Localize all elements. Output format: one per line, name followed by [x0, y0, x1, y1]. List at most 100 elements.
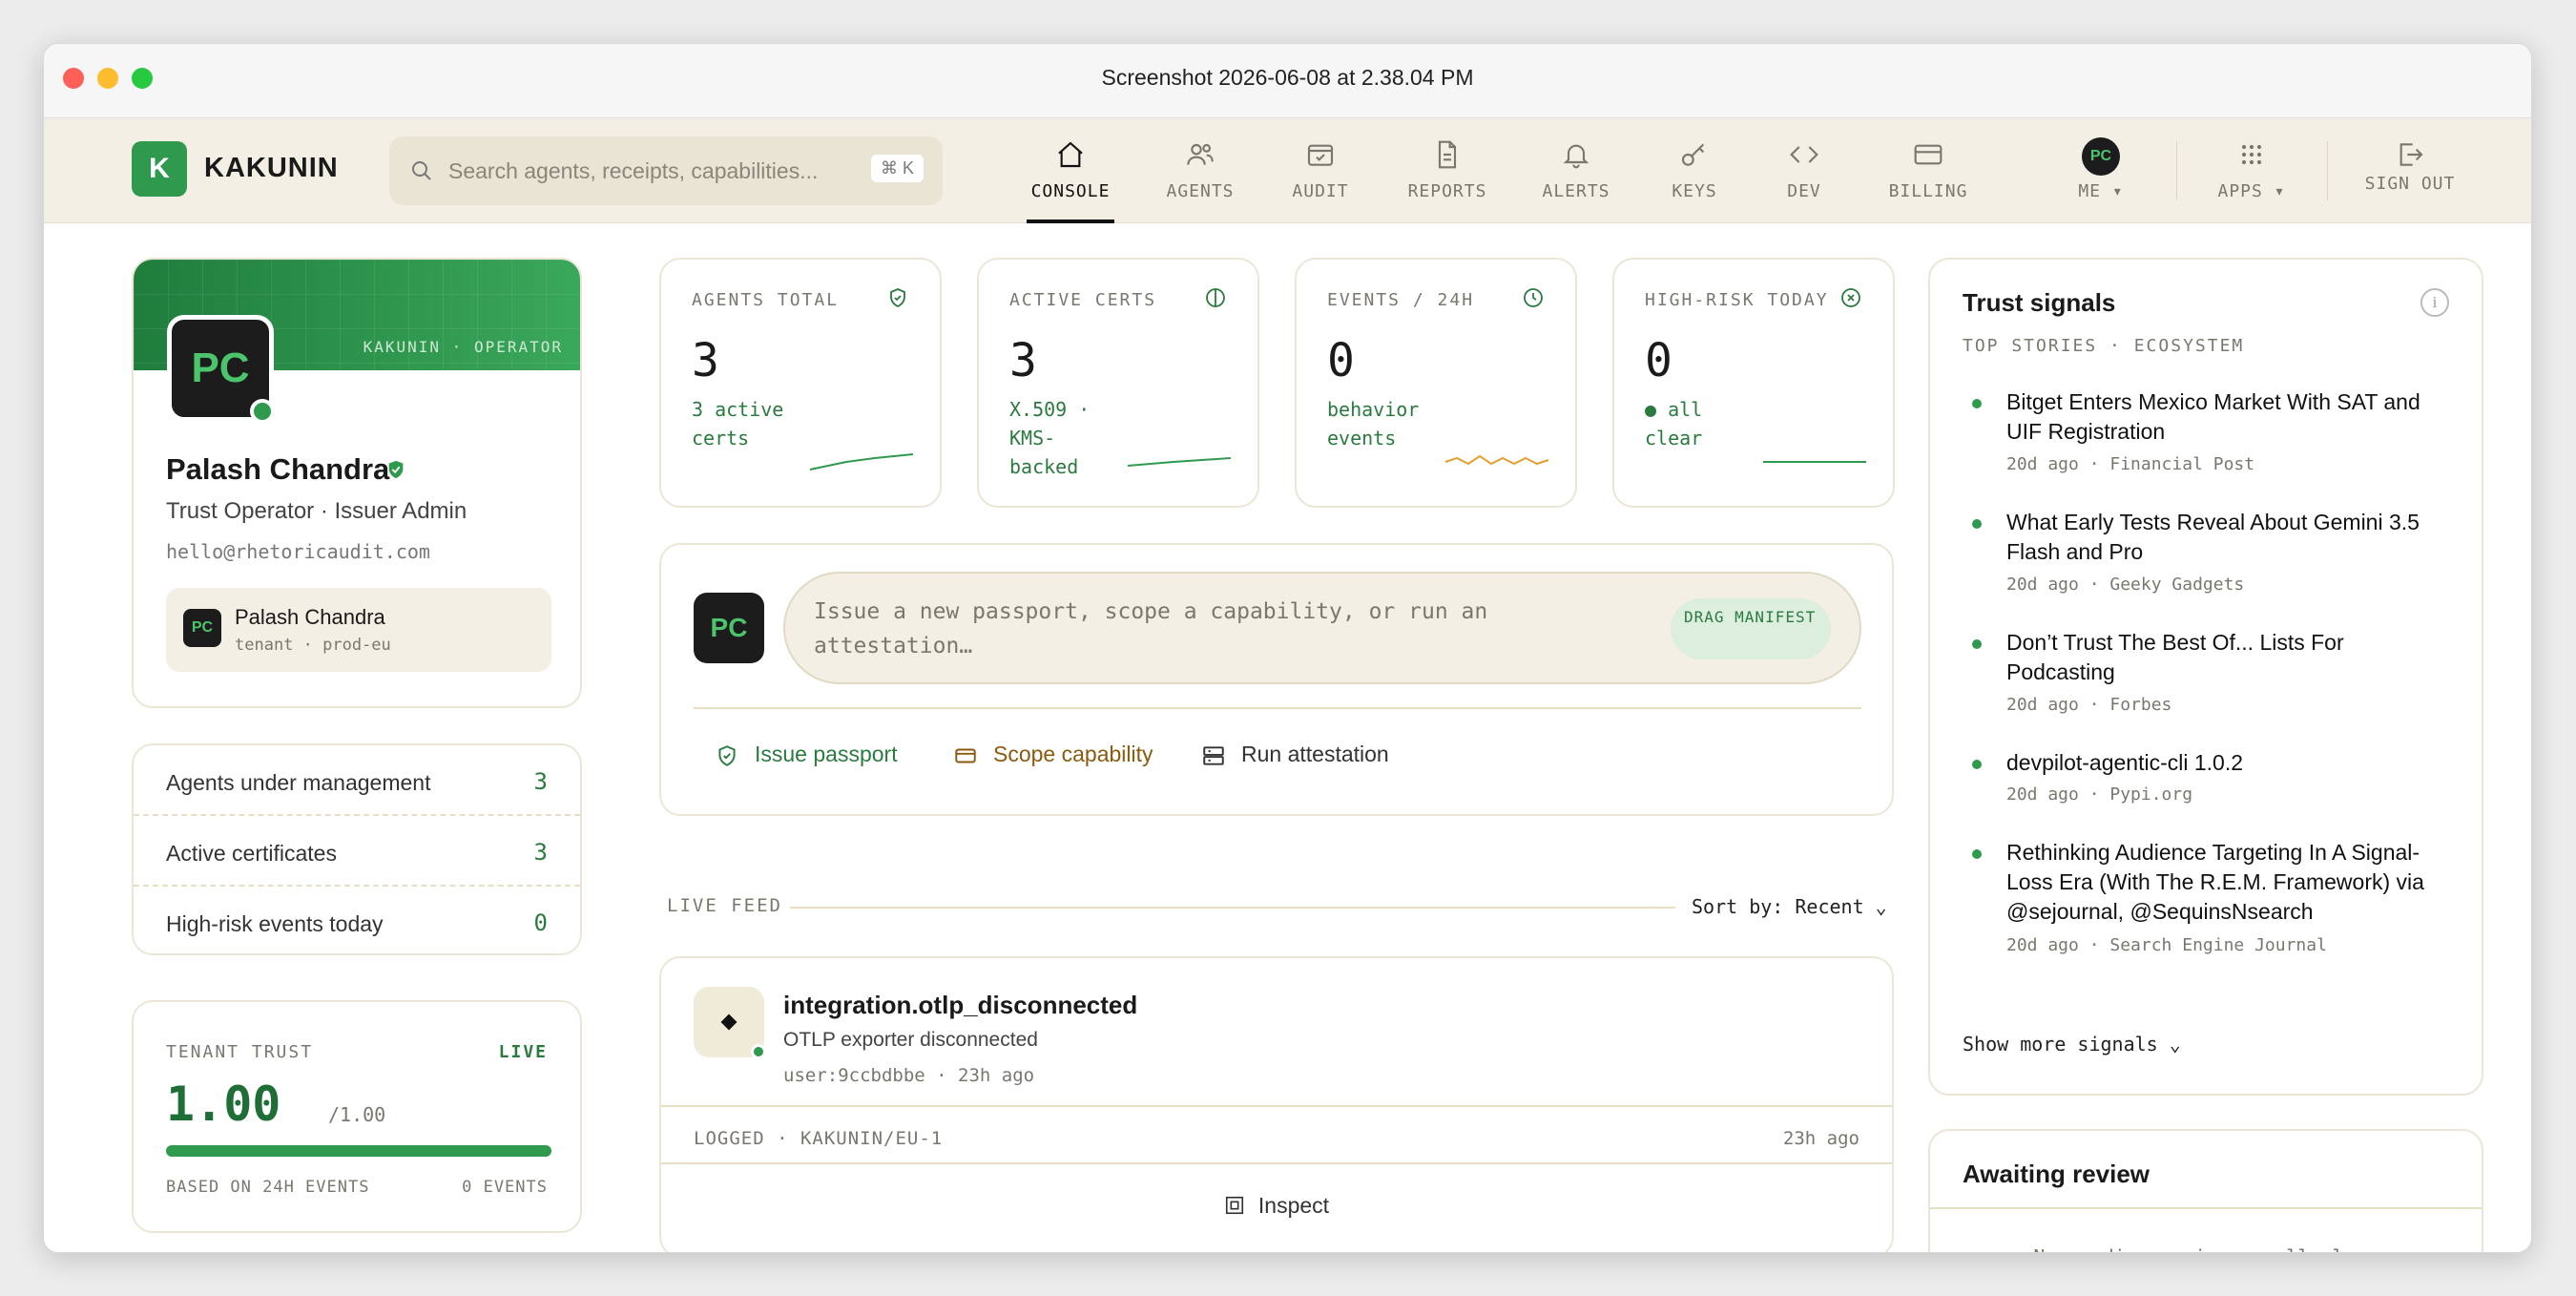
- show-more-signals-button[interactable]: Show more signals ⌄: [1963, 1033, 2181, 1056]
- drag-manifest-button[interactable]: DRAG MANIFEST: [1671, 598, 1831, 659]
- kpi-sparkline: [1763, 461, 1866, 463]
- nav-apps[interactable]: APPS ▾: [2208, 118, 2296, 223]
- kpi-label: AGENTS TOTAL: [692, 290, 840, 310]
- signal-headline: What Early Tests Reveal About Gemini 3.5…: [2006, 510, 2420, 564]
- awaiting-review-card: Awaiting review No pending reviews · all…: [1928, 1129, 2483, 1252]
- trust-progress-bar: [166, 1145, 551, 1157]
- search-icon: [412, 161, 431, 180]
- inspect-label: Inspect: [1257, 1193, 1330, 1218]
- kpi-value: 3: [692, 334, 719, 387]
- composer-input[interactable]: Issue a new passport, scope a capability…: [783, 572, 1861, 684]
- banner-label: KAKUNIN · OPERATOR: [363, 338, 563, 356]
- kpi-sparkline: [1444, 454, 1549, 466]
- kpi-high-risk-today[interactable]: HIGH-RISK TODAY 0 ● all clear: [1612, 258, 1895, 508]
- users-icon: [1187, 143, 1214, 165]
- nav-alerts-label: ALERTS: [1542, 181, 1610, 201]
- verified-badge-icon: [388, 460, 404, 479]
- event-title[interactable]: integration.otlp_disconnected: [783, 991, 1137, 1020]
- nav-me[interactable]: PC ME ▾: [2057, 118, 2145, 223]
- nav-audit[interactable]: AUDIT: [1280, 118, 1361, 223]
- kpi-sub: 3 active certs: [692, 398, 784, 449]
- composer-placeholder: Issue a new passport, scope a capability…: [814, 599, 1488, 658]
- kpi-active-certs[interactable]: ACTIVE CERTS 3 X.509 · KMS-backed: [977, 258, 1259, 508]
- signal-meta: 20d ago · Financial Post: [2006, 454, 2255, 474]
- kpi-events-24h[interactable]: EVENTS / 24H 0 behavior events: [1295, 258, 1577, 508]
- search-shortcut: ⌘ K: [870, 155, 924, 182]
- stat-row: High-risk events today 0: [134, 887, 580, 957]
- profile-role: Trust Operator · Issuer Admin: [166, 498, 467, 524]
- event-time: 23h ago: [1782, 1128, 1859, 1149]
- trust-footer-left: BASED ON 24H EVENTS: [166, 1178, 370, 1197]
- stat-value: 3: [533, 839, 548, 866]
- nav-audit-label: AUDIT: [1292, 181, 1349, 201]
- kpi-sparkline: [1127, 457, 1232, 467]
- status-dot: [751, 1044, 766, 1059]
- signal-meta: 20d ago · Geeky Gadgets: [2006, 575, 2245, 595]
- sort-dropdown[interactable]: Sort by: Recent ⌄: [1692, 895, 1887, 918]
- search-bar[interactable]: ⌘ K: [389, 136, 943, 205]
- kpi-sub: X.509 · KMS-backed: [1009, 398, 1091, 478]
- bullet-dot: [1972, 849, 1982, 859]
- nav-divider: [2327, 141, 2328, 200]
- card-icon: [955, 748, 976, 763]
- bullet-dot: [1972, 519, 1982, 529]
- trust-progress-fill: [166, 1145, 551, 1157]
- kpi-value: 3: [1009, 334, 1037, 387]
- nav-reports-label: REPORTS: [1407, 181, 1487, 201]
- shield-check-icon: [890, 288, 905, 308]
- composer-card: PC Issue a new passport, scope a capabil…: [659, 543, 1894, 816]
- profile-name: Palash Chandra: [166, 452, 390, 486]
- trust-score: 1.00: [166, 1077, 281, 1132]
- inspect-button[interactable]: Inspect: [661, 1193, 1892, 1219]
- issue-passport-label: Issue passport: [755, 742, 898, 766]
- run-attestation-label: Run attestation: [1241, 742, 1389, 766]
- event-meta: user:9ccbdbbe · 23h ago: [783, 1065, 1035, 1086]
- nav-reports[interactable]: REPORTS: [1395, 118, 1500, 223]
- signals-title: Trust signals: [1963, 288, 2116, 317]
- bullet-dot: [1972, 399, 1982, 408]
- sign-out-button[interactable]: SIGN OUT: [2353, 118, 2467, 223]
- trust-footer-right: 0 EVENTS: [462, 1178, 548, 1197]
- event-logged: LOGGED · KAKUNIN/EU-1: [694, 1128, 944, 1149]
- x-circle-icon: [1841, 288, 1860, 307]
- search-input[interactable]: [448, 136, 868, 205]
- stat-value: 3: [533, 768, 548, 795]
- nav-console[interactable]: CONSOLE: [1027, 118, 1114, 223]
- nav-me-label: ME ▾: [2078, 181, 2124, 201]
- nav-dev[interactable]: DEV: [1771, 118, 1838, 223]
- kpi-value: 0: [1645, 334, 1672, 387]
- kpi-agents-total[interactable]: AGENTS TOTAL 3 3 active certs: [659, 258, 942, 508]
- info-icon[interactable]: i: [2420, 288, 2449, 317]
- brand-logo[interactable]: K: [132, 141, 187, 197]
- tenant-switcher[interactable]: PC Palash Chandra tenant · prod-eu: [166, 588, 551, 672]
- signal-headline: Rethinking Audience Targeting In A Signa…: [2006, 840, 2424, 924]
- signals-subtitle: TOP STORIES · ECOSYSTEM: [1963, 336, 2245, 356]
- nav-billing[interactable]: BILLING: [1876, 118, 1981, 223]
- nav-dev-label: DEV: [1787, 181, 1821, 201]
- kpi-label: EVENTS / 24H: [1327, 290, 1475, 310]
- app-window: Screenshot 2026-06-08 at 2.38.04 PM K KA…: [43, 43, 2532, 1253]
- signal-headline: Bitget Enters Mexico Market With SAT and…: [2006, 389, 2420, 444]
- code-icon: [1790, 146, 1818, 163]
- online-status-dot: [250, 399, 275, 424]
- bell-icon: [1563, 144, 1589, 169]
- sign-out-icon: [2399, 143, 2423, 166]
- review-title: Awaiting review: [1963, 1160, 2150, 1188]
- event-icon: [694, 987, 766, 1059]
- key-icon: [1681, 143, 1705, 166]
- window-title: Screenshot 2026-06-08 at 2.38.04 PM: [1101, 65, 1474, 90]
- nav-keys[interactable]: KEYS: [1656, 118, 1733, 223]
- signal-meta: 20d ago · Search Engine Journal: [2006, 935, 2327, 955]
- tenant-sub: tenant · prod-eu: [235, 636, 391, 655]
- nav-billing-label: BILLING: [1888, 181, 1968, 201]
- stat-label: Active certificates: [166, 841, 337, 866]
- trust-max: /1.00: [328, 1103, 386, 1126]
- kpi-sub: ● all clear: [1645, 398, 1703, 449]
- document-icon: [1438, 140, 1457, 169]
- trust-label: TENANT TRUST: [166, 1042, 314, 1062]
- nav-alerts[interactable]: ALERTS: [1532, 118, 1620, 223]
- trust-signals-card: Trust signals i TOP STORIES · ECOSYSTEM …: [1928, 258, 2483, 1096]
- nav-agents[interactable]: AGENTS: [1156, 118, 1244, 223]
- home-icon: [1058, 141, 1083, 168]
- divider: [790, 907, 1675, 909]
